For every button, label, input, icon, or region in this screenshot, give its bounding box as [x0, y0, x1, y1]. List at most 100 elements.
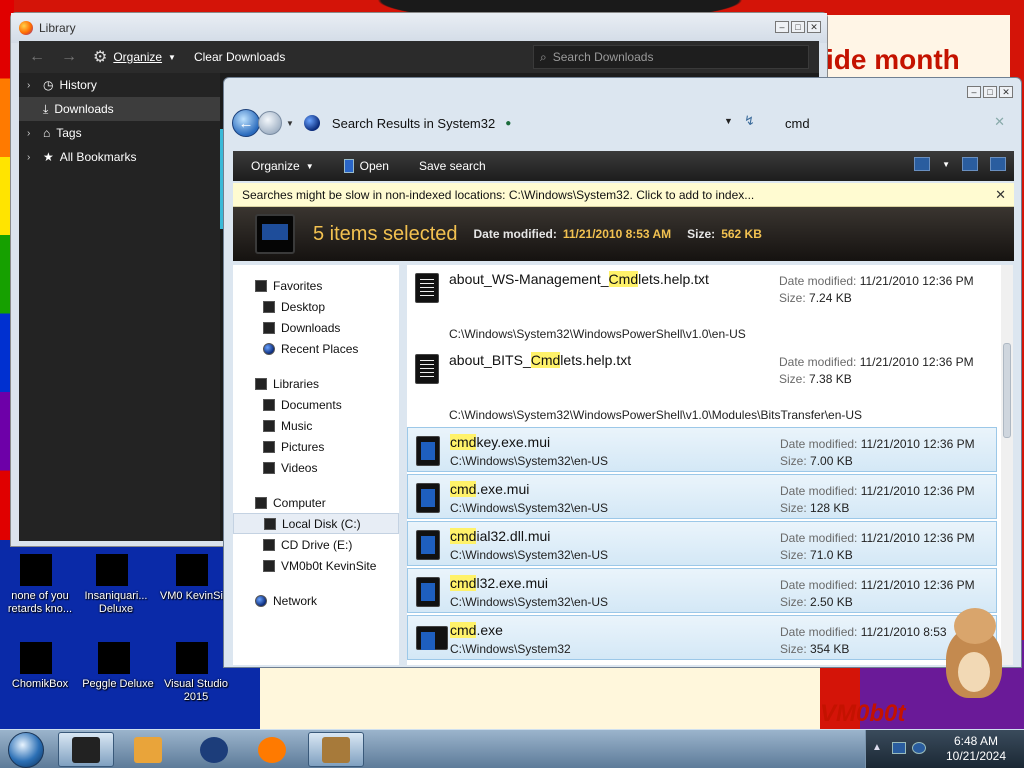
close-icon[interactable]: ✕	[995, 187, 1006, 203]
save-search-button[interactable]: Save search	[419, 159, 486, 173]
result-name: cmd.exe	[450, 622, 503, 638]
index-info-bar[interactable]: Searches might be slow in non-indexed lo…	[233, 183, 1014, 207]
sidebar-item-tags[interactable]: › ⌂ Tags	[19, 121, 220, 145]
result-date: Date modified: 11/21/2010 12:36 PM	[780, 484, 975, 498]
desktop-icon-label: Peggle Deluxe	[82, 678, 154, 690]
downloads-folder-icon	[263, 321, 275, 334]
sidebar-item-label: All Bookmarks	[59, 150, 137, 164]
preview-pane-icon[interactable]	[962, 157, 978, 171]
nav-computer[interactable]: Computer	[233, 492, 399, 513]
minimize-button[interactable]: –	[775, 21, 789, 33]
view-controls: ▼	[914, 157, 1006, 171]
hard-drive-icon	[264, 517, 276, 530]
close-button[interactable]: ✕	[999, 86, 1013, 98]
history-icon: ◷	[43, 78, 54, 92]
result-path: C:\Windows\System32\en-US	[450, 501, 609, 515]
cmd-file-icon	[416, 436, 440, 466]
explorer-titlebar[interactable]	[224, 78, 1021, 100]
taskbar-button-chomikbox[interactable]	[308, 732, 364, 767]
show-hidden-icons-icon[interactable]: ▲	[872, 742, 882, 753]
taskbar-button-explorer[interactable]	[58, 732, 114, 767]
taskbar-button-firefox[interactable]	[244, 732, 300, 767]
result-item[interactable]: cmdkey.exe.mui C:\Windows\System32\en-US…	[407, 427, 997, 472]
result-item[interactable]: about_BITS_Cmdlets.help.txt C:\Windows\S…	[407, 346, 997, 422]
back-arrow-icon[interactable]: ←	[29, 48, 51, 66]
result-item[interactable]: cmdl32.exe.mui C:\Windows\System32\en-US…	[407, 568, 997, 613]
desktop-icon-insaniquarium[interactable]: Insaniquari... Deluxe	[76, 546, 156, 616]
desktop-icon-none-of-you[interactable]: none of you retards kno...	[0, 546, 80, 616]
library-titlebar[interactable]: Library	[11, 13, 827, 43]
address-dropdown[interactable]: ▼	[724, 116, 733, 126]
cd-drive-icon	[263, 538, 275, 551]
organize-button[interactable]: Organize ▼	[251, 159, 314, 173]
close-button[interactable]: ✕	[807, 21, 821, 33]
hamster-mascot	[940, 602, 1010, 702]
sidebar-item-history[interactable]: › ◷ History	[19, 73, 220, 97]
forward-arrow-icon[interactable]: →	[61, 48, 83, 66]
result-date: Date modified: 11/21/2010 12:36 PM	[780, 531, 975, 545]
nav-cd-drive[interactable]: CD Drive (E:)	[233, 534, 399, 555]
back-button[interactable]: ←	[232, 109, 260, 137]
result-name: cmdkey.exe.mui	[450, 434, 551, 450]
clear-search-icon[interactable]: ✕	[994, 114, 1005, 130]
nav-documents[interactable]: Documents	[233, 394, 399, 415]
maximize-button[interactable]: □	[983, 86, 997, 98]
change-view-icon[interactable]	[914, 157, 931, 171]
start-button[interactable]	[8, 732, 44, 768]
nav-recent-places[interactable]: Recent Places	[233, 338, 399, 359]
globe-icon	[200, 736, 228, 763]
nav-vm-kevinsite[interactable]: VM0b0t KevinSite	[233, 555, 399, 576]
desktop-icon-peggle-deluxe[interactable]: Peggle Deluxe	[78, 634, 158, 691]
result-date: Date modified: 11/21/2010 12:36 PM	[779, 355, 974, 369]
info-message: Searches might be slow in non-indexed lo…	[242, 187, 755, 202]
minimize-button[interactable]: –	[967, 86, 981, 98]
forward-button[interactable]	[258, 111, 282, 135]
result-path: C:\Windows\System32\en-US	[450, 595, 609, 609]
desktop-icon-chomikbox[interactable]: ChomikBox	[0, 634, 80, 691]
nav-local-disk[interactable]: Local Disk (C:)	[233, 513, 399, 534]
cmd-file-icon	[416, 483, 440, 513]
volume-tray-icon[interactable]	[912, 742, 926, 754]
taskbar-button-media-player[interactable]	[120, 732, 176, 767]
search-icon: ⌕	[540, 49, 547, 64]
nav-videos[interactable]: Videos	[233, 457, 399, 478]
nav-libraries[interactable]: Libraries	[233, 373, 399, 394]
clear-downloads-button[interactable]: Clear Downloads	[194, 50, 285, 64]
nav-favorites[interactable]: Favorites	[233, 275, 399, 296]
desktop-icon-label: none of you retards kno...	[7, 590, 73, 615]
sidebar-item-all-bookmarks[interactable]: › ★ All Bookmarks	[19, 145, 220, 169]
open-button[interactable]: Open	[343, 159, 389, 173]
selection-count: 5 items selected	[313, 222, 458, 245]
visual-studio-icon	[176, 634, 216, 674]
nav-label: Local Disk (C:)	[282, 516, 361, 531]
result-item[interactable]: about_WS-Management_Cmdlets.help.txt C:\…	[407, 265, 997, 341]
nav-downloads[interactable]: Downloads	[233, 317, 399, 338]
scrollbar-thumb[interactable]	[1003, 343, 1011, 438]
peggle-icon	[98, 634, 138, 674]
clock[interactable]: 6:48 AM 10/21/2024	[940, 734, 1012, 764]
system-tray: ▲ 6:48 AM 10/21/2024	[865, 730, 1024, 768]
address-breadcrumb[interactable]: Search Results in System32	[332, 116, 495, 131]
nav-pictures[interactable]: Pictures	[233, 436, 399, 457]
organize-menu[interactable]: ⚙ Organize ▼	[93, 47, 176, 67]
help-icon[interactable]	[990, 157, 1006, 171]
result-item[interactable]: cmd.exe C:\Windows\System32 Date modifie…	[407, 615, 997, 660]
refresh-icon[interactable]: ↯	[744, 113, 755, 129]
chevron-down-icon[interactable]: ▼	[942, 160, 950, 169]
sidebar-item-downloads[interactable]: ⤓ Downloads	[19, 97, 220, 121]
search-input[interactable]: cmd ✕	[777, 110, 1007, 136]
nav-network[interactable]: Network	[233, 590, 399, 611]
network-tray-icon[interactable]	[892, 742, 906, 754]
nav-desktop[interactable]: Desktop	[233, 296, 399, 317]
maximize-button[interactable]: □	[791, 21, 805, 33]
result-item[interactable]: cmd.exe.mui C:\Windows\System32\en-US Da…	[407, 474, 997, 519]
result-path: C:\Windows\System32\en-US	[450, 548, 609, 562]
nav-music[interactable]: Music	[233, 415, 399, 436]
recent-pages-dropdown[interactable]: ▼	[286, 119, 294, 128]
taskbar-button-globe-app[interactable]	[186, 732, 242, 767]
chevron-down-icon: ▼	[305, 161, 314, 171]
result-name: cmd.exe.mui	[450, 481, 530, 497]
search-downloads-input[interactable]: ⌕ Search Downloads	[533, 45, 809, 69]
result-item[interactable]: cmdial32.dll.mui C:\Windows\System32\en-…	[407, 521, 997, 566]
command-bar: Organize ▼ Open Save search ▼	[233, 151, 1014, 181]
